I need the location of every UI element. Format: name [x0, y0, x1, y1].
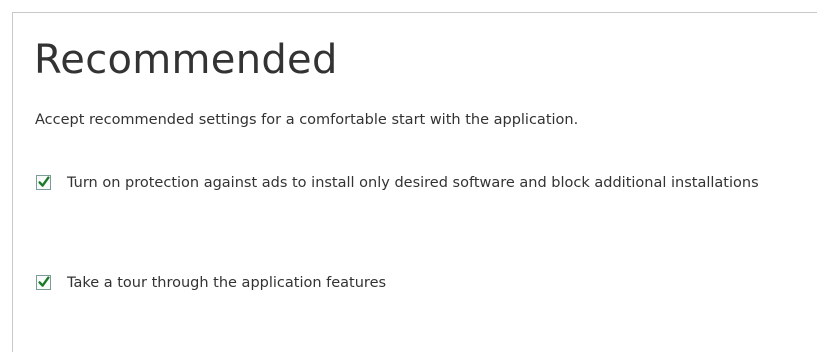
page-title: Recommended	[34, 37, 338, 83]
page-subtitle: Accept recommended settings for a comfor…	[35, 112, 579, 128]
ad-protection-option[interactable]: Turn on protection against ads to instal…	[36, 171, 817, 196]
ad-protection-checkbox[interactable]	[36, 175, 51, 190]
feature-tour-option[interactable]: Take a tour through the application feat…	[36, 271, 736, 296]
wizard-panel: Recommended Accept recommended settings …	[12, 12, 817, 352]
checkmark-icon	[38, 176, 50, 187]
feature-tour-checkbox[interactable]	[36, 275, 51, 290]
ad-protection-label: Turn on protection against ads to instal…	[67, 175, 759, 191]
checkmark-icon	[38, 276, 50, 287]
feature-tour-label: Take a tour through the application feat…	[67, 275, 387, 291]
